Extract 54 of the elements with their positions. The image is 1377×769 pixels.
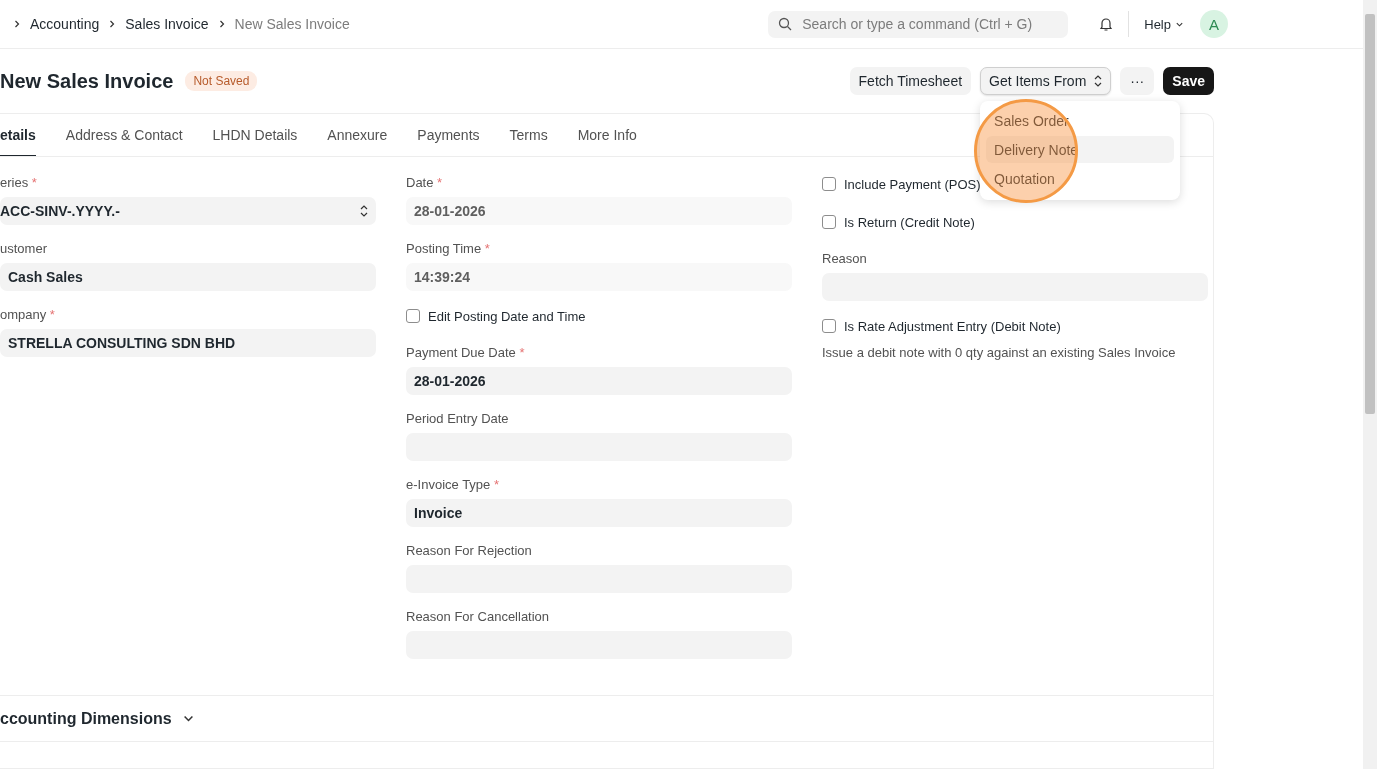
field-label: eries * xyxy=(0,175,38,190)
checkbox-label: Is Return (Credit Note) xyxy=(844,214,975,230)
fetch-timesheet-button[interactable]: Fetch Timesheet xyxy=(849,67,972,95)
field-label: Reason For Cancellation xyxy=(406,609,551,624)
checkbox-label: Edit Posting Date and Time xyxy=(428,308,586,324)
bell-icon[interactable] xyxy=(1098,16,1115,32)
more-button[interactable]: ··· xyxy=(1120,67,1155,95)
page-title: New Sales Invoice xyxy=(0,69,174,93)
status-badge: Not Saved xyxy=(185,71,258,91)
field-label: e-Invoice Type * xyxy=(406,477,500,492)
checkbox[interactable] xyxy=(406,309,420,323)
breadcrumb-link[interactable]: New Sales Invoice xyxy=(234,16,350,32)
scrollbar-thumb[interactable] xyxy=(1365,14,1375,414)
menu-item[interactable]: Quotation xyxy=(986,165,1175,192)
section-header[interactable]: ccounting Dimensions xyxy=(0,696,1213,742)
field-label: Period Entry Date xyxy=(406,411,510,426)
input-field[interactable]: Invoice xyxy=(406,499,792,527)
get-items-from-button[interactable]: Get Items From xyxy=(980,67,1112,95)
chevron-right-icon xyxy=(12,19,22,29)
field-label: ompany * xyxy=(0,307,56,322)
tab[interactable]: etails xyxy=(0,114,36,156)
tab[interactable]: Payments xyxy=(417,114,480,156)
tab[interactable]: Annexure xyxy=(327,114,388,156)
tab[interactable]: Address & Contact xyxy=(65,114,183,156)
checkbox[interactable] xyxy=(822,319,836,333)
tab[interactable]: LHDN Details xyxy=(212,114,298,156)
sort-icon xyxy=(360,205,368,217)
input-field[interactable]: 14:39:24 xyxy=(406,263,792,291)
input-field[interactable]: STRELLA CONSULTING SDN BHD xyxy=(0,329,376,357)
field-description: Issue a debit note with 0 qty against an existing Sales Invoice xyxy=(822,345,1177,360)
tab[interactable]: Terms xyxy=(509,114,548,156)
checkbox[interactable] xyxy=(822,177,836,191)
input-field[interactable]: 28-01-2026 xyxy=(406,197,792,225)
help-menu-button[interactable]: Help xyxy=(1144,16,1184,32)
input-field[interactable]: 28-01-2026 xyxy=(406,367,792,395)
breadcrumb-link[interactable]: Accounting xyxy=(30,16,100,32)
breadcrumb-link[interactable]: Sales Invoice xyxy=(125,16,209,32)
field-label: Date * xyxy=(406,175,444,190)
input-field[interactable]: Cash Sales xyxy=(0,263,376,291)
field-label: Posting Time * xyxy=(406,241,491,256)
field-label: Reason For Rejection xyxy=(406,543,533,558)
field-label: Payment Due Date * xyxy=(406,345,526,360)
tab[interactable]: More Info xyxy=(577,114,637,156)
field-label: Reason xyxy=(822,251,868,266)
select-field[interactable]: ACC-SINV-.YYYY.- xyxy=(0,197,376,225)
search-field[interactable]: Search or type a command (Ctrl + G) xyxy=(768,10,1069,38)
checkbox-label: Include Payment (POS) xyxy=(844,176,981,192)
search-icon xyxy=(778,17,793,31)
save-button[interactable]: Save xyxy=(1163,67,1214,95)
user-avatar[interactable]: A xyxy=(1200,10,1228,38)
checkbox-label: Is Rate Adjustment Entry (Debit Note) xyxy=(844,318,1061,334)
field-label: ustomer xyxy=(0,241,48,256)
sort-icon xyxy=(1094,75,1103,87)
checkbox[interactable] xyxy=(822,215,836,229)
